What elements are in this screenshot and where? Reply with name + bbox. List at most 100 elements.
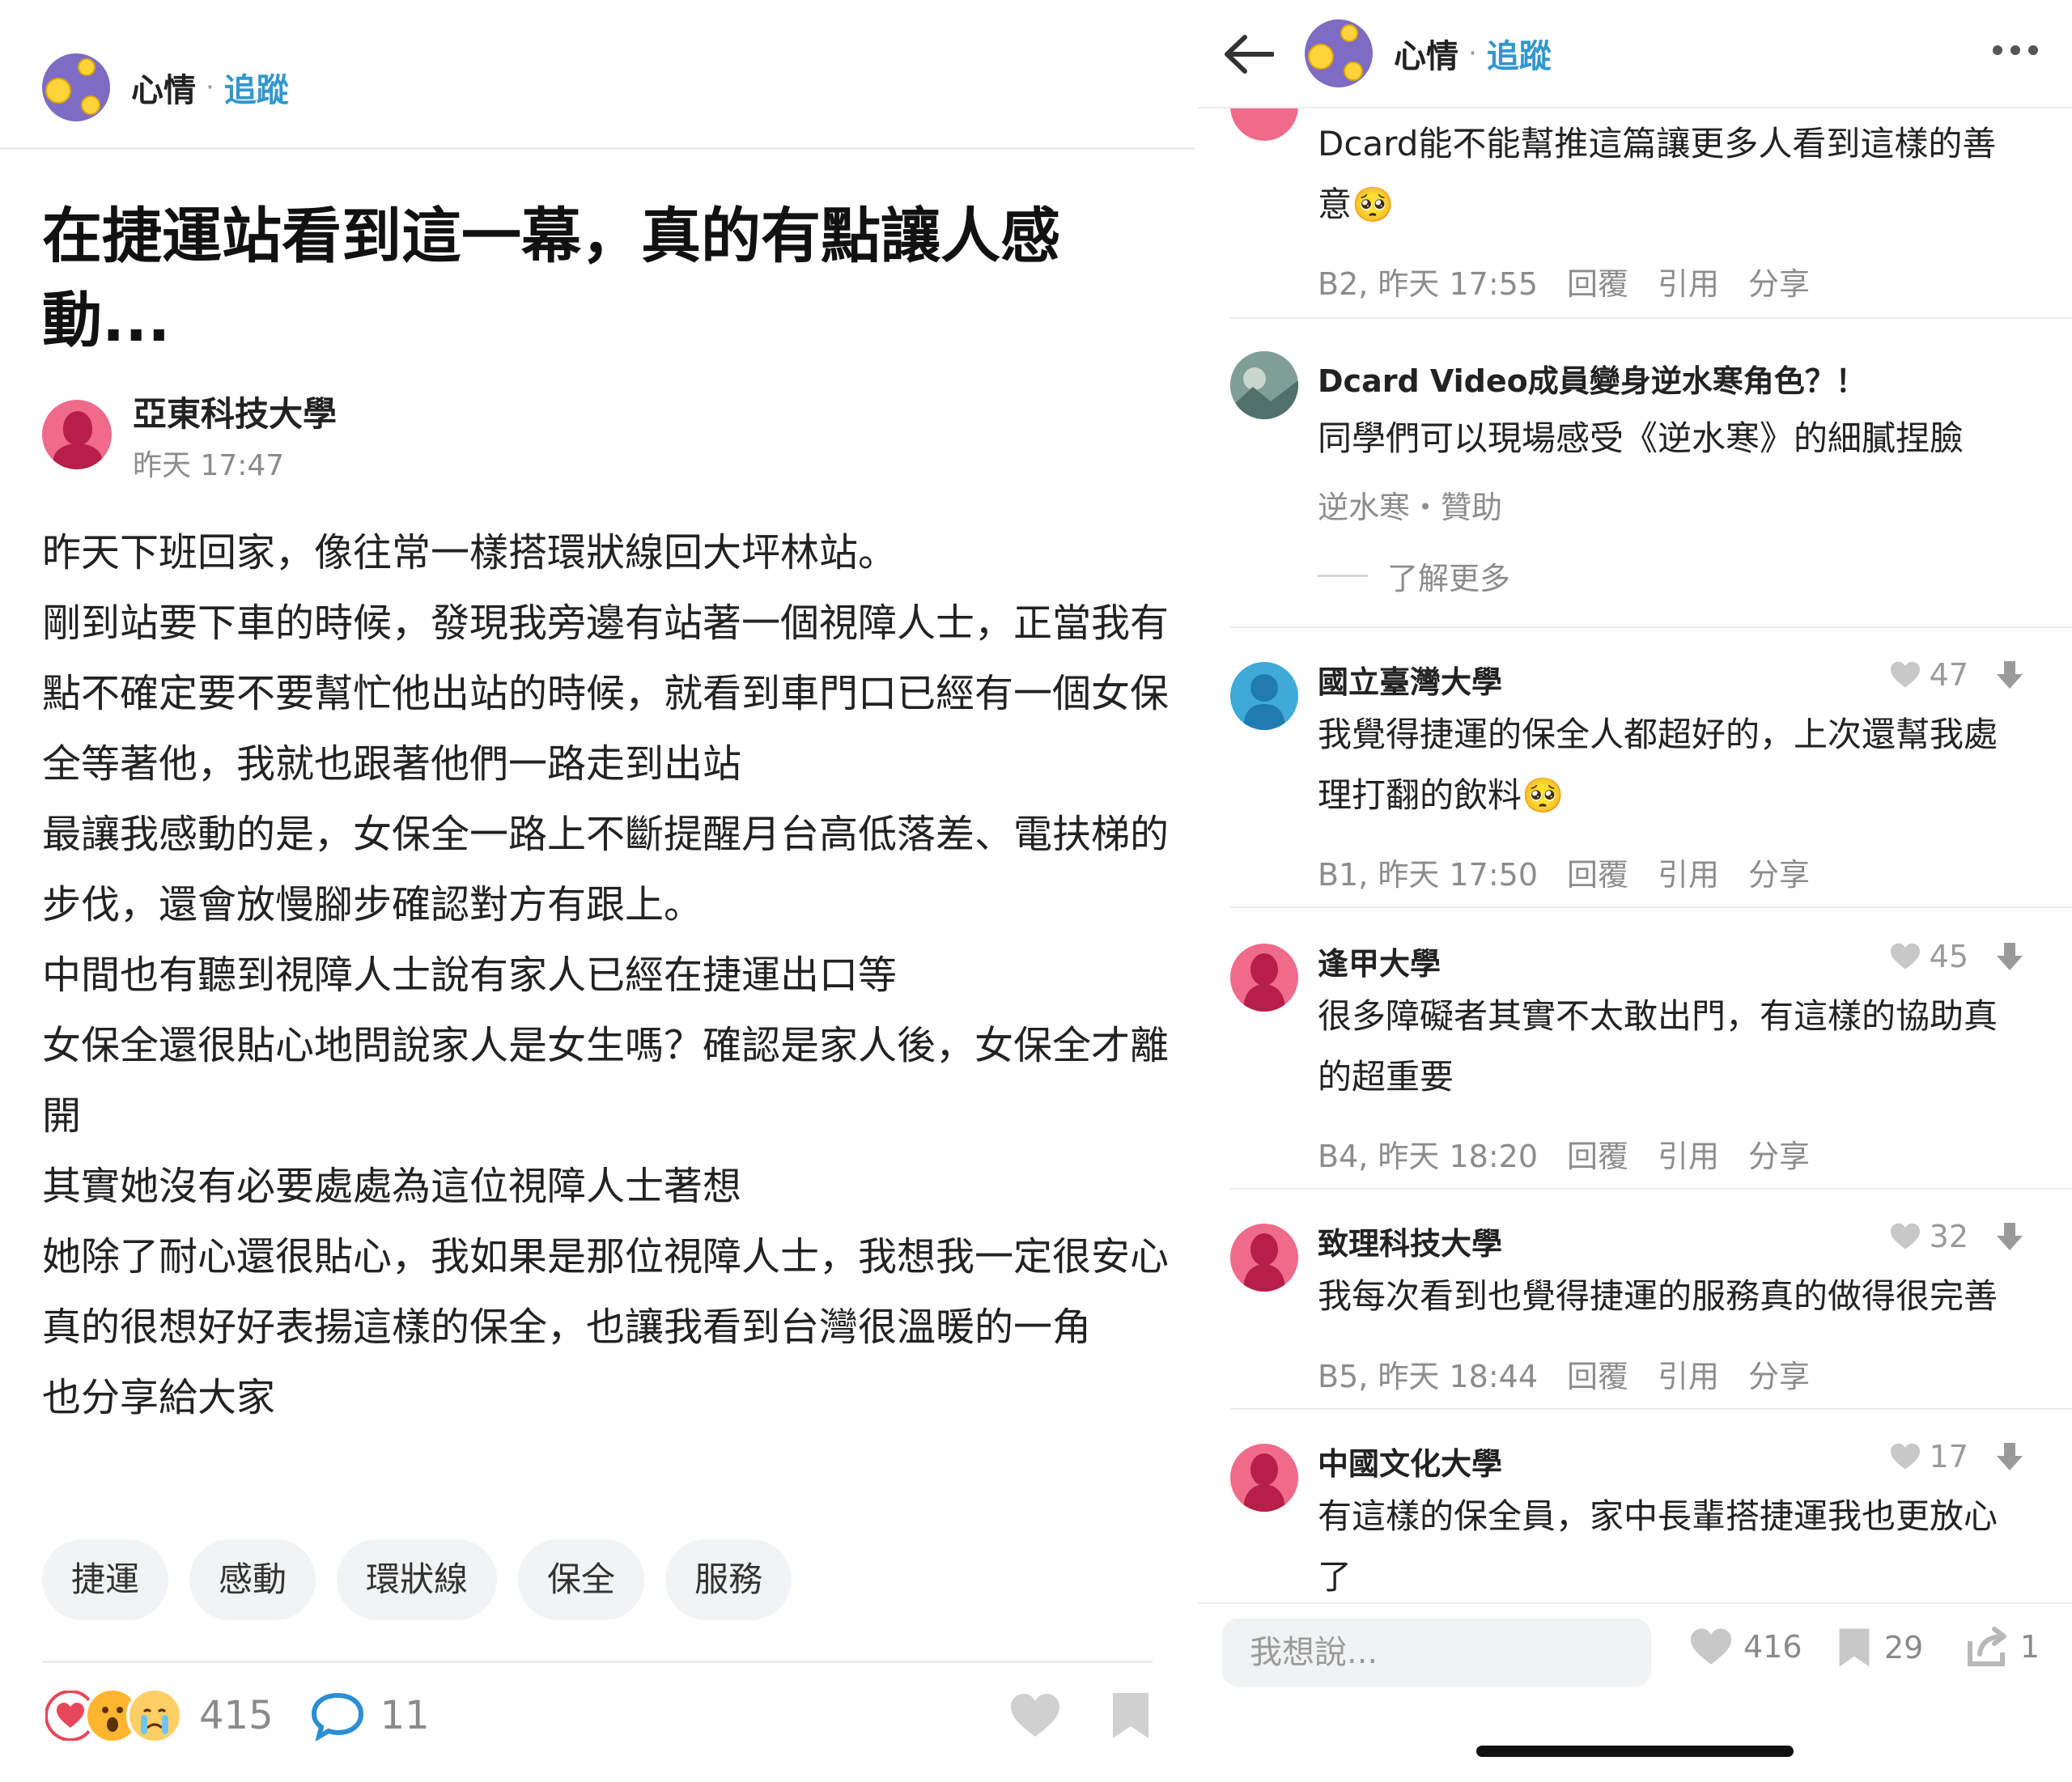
comment-meta: B4, 昨天 18:20 回覆 引用 分享 <box>1318 1131 1810 1176</box>
author-school: 亞東科技大學 <box>133 394 338 434</box>
share-button[interactable]: 分享 <box>1748 1351 1810 1396</box>
bookmark-stat[interactable]: 29 <box>1837 1627 1923 1669</box>
post-actions <box>1008 1691 1151 1741</box>
author-avatar <box>42 400 112 469</box>
home-indicator <box>1476 1746 1794 1757</box>
body-line: 她除了耐心還很貼心，我如果是那位視障人士，我想我一定很安心 <box>42 1234 1170 1279</box>
tag-chip[interactable]: 環狀線 <box>337 1539 498 1620</box>
comment-text: 我每次看到也覺得捷運的服務真的做得很完善 <box>1318 1276 1998 1316</box>
bookmark-icon[interactable] <box>1110 1691 1151 1741</box>
post-title: 在捷運站看到這一幕，真的有點讓人感動... <box>42 202 1060 355</box>
tag-chip[interactable]: 保全 <box>518 1539 645 1620</box>
comment-text: 有這樣的保全員，家中長輩搭捷運我也更放心了 <box>1318 1496 1998 1597</box>
board-name[interactable]: 心情 <box>131 64 196 111</box>
comment-floor-time: B1, 昨天 17:50 <box>1318 857 1538 893</box>
comments-panel: Dcard能不能幫推這篇讓更多人看到這樣的善意🥺 B2, 昨天 17:55 回覆… <box>1198 0 2072 1782</box>
comment-bubble-icon <box>311 1692 363 1741</box>
board-name[interactable]: 心情 <box>1394 30 1458 77</box>
header-separator: · <box>1468 37 1477 70</box>
reaction-emojis[interactable] <box>42 1687 183 1744</box>
tag-chip[interactable]: 感動 <box>189 1539 316 1620</box>
tag-chip[interactable]: 服務 <box>665 1539 792 1620</box>
comment-text: 很多障礙者其實不太敢出門，有這樣的協助真的超重要 <box>1318 996 1998 1097</box>
share-stat[interactable]: 1 <box>1967 1627 2040 1667</box>
follow-button[interactable]: 追蹤 <box>1487 30 1552 77</box>
heart-icon <box>1890 1223 1920 1250</box>
reply-button[interactable]: 回覆 <box>1567 259 1628 303</box>
tag-chip[interactable]: 捷運 <box>42 1539 169 1620</box>
comment-school: 致理科技大學 <box>1318 1226 1503 1262</box>
comment-likes[interactable]: 17 <box>1889 1439 2032 1474</box>
like-total: 416 <box>1743 1629 1802 1665</box>
bookmark-total: 29 <box>1884 1630 1924 1665</box>
reply-button[interactable]: 回覆 <box>1567 850 1628 894</box>
ad-sponsor: 逆水寒・贊助 <box>1318 482 1502 527</box>
like-heart-icon[interactable] <box>1008 1691 1062 1740</box>
heart-icon <box>1691 1628 1731 1665</box>
comment-likes[interactable]: 32 <box>1889 1219 2032 1254</box>
share-total: 1 <box>2020 1629 2040 1665</box>
quote-button[interactable]: 引用 <box>1658 850 1719 894</box>
ad-title[interactable]: Dcard Video成員變身逆水寒角色？！ <box>1318 356 1866 401</box>
comment-divider <box>1230 317 2072 319</box>
comment-input[interactable]: 我想說... <box>1222 1619 1651 1687</box>
learn-more-link[interactable]: 了解更多 <box>1318 554 1510 598</box>
ad-text: 同學們可以現場感受《逆水寒》的細膩捏臉 <box>1318 418 1964 458</box>
downvote-icon[interactable] <box>1996 660 2023 690</box>
comment-floor-time: B5, 昨天 18:44 <box>1318 1359 1538 1394</box>
comment-meta: B2, 昨天 17:55 回覆 引用 分享 <box>1318 259 1810 303</box>
comment-avatar <box>1230 1444 1298 1512</box>
comment-avatar <box>1230 944 1298 1012</box>
share-button[interactable]: 分享 <box>1748 850 1810 894</box>
comment-count-button[interactable]: 11 <box>311 1691 430 1741</box>
body-line: 剛到站要下車的時候，發現我旁邊有站著一個視障人士，正當我有點不確定要不要幫忙他出… <box>42 600 1170 787</box>
like-count: 17 <box>1929 1439 1968 1474</box>
more-icon[interactable] <box>1991 44 2040 57</box>
quote-button[interactable]: 引用 <box>1658 259 1719 303</box>
body-line: 女保全還很貼心地問說家人是女生嗎？確認是家人後，女保全才離開 <box>42 1023 1170 1139</box>
comment-meta: B1, 昨天 17:50 回覆 引用 分享 <box>1318 850 1810 894</box>
comment-likes[interactable]: 45 <box>1889 939 2032 974</box>
comment-divider <box>1230 1188 2072 1190</box>
downvote-icon[interactable] <box>1996 941 2023 972</box>
quote-button[interactable]: 引用 <box>1658 1131 1719 1176</box>
comment-floor-time: B4, 昨天 18:20 <box>1318 1139 1538 1174</box>
reply-button[interactable]: 回覆 <box>1567 1351 1628 1396</box>
board-avatar[interactable] <box>42 53 110 121</box>
heart-icon <box>1890 943 1920 969</box>
share-icon <box>1968 1627 2006 1666</box>
post-time: 昨天 17:47 <box>133 449 285 482</box>
follow-button[interactable]: 追蹤 <box>224 64 289 111</box>
comment-divider <box>1230 626 2072 628</box>
share-button[interactable]: 分享 <box>1748 1131 1810 1176</box>
comment-divider <box>1230 906 2072 908</box>
comment-avatar <box>1230 662 1298 730</box>
comment-meta: B5, 昨天 18:44 回覆 引用 分享 <box>1318 1351 1810 1396</box>
comment-school: 中國文化大學 <box>1318 1446 1503 1482</box>
share-button[interactable]: 分享 <box>1748 259 1810 303</box>
post-header: 心情 · 追蹤 <box>42 53 289 121</box>
comment-school: 逢甲大學 <box>1318 946 1441 982</box>
arrow-left-icon[interactable] <box>1224 34 1274 74</box>
post-panel: 心情 · 追蹤 在捷運站看到這一幕，真的有點讓人感動... 亞東科技大學 昨天 … <box>0 0 1198 1782</box>
ad-sponsor-label: 逆水寒・贊助 <box>1318 490 1503 525</box>
downvote-icon[interactable] <box>1996 1221 2023 1252</box>
comment-likes[interactable]: 47 <box>1889 657 2032 693</box>
like-stat[interactable]: 416 <box>1688 1627 1802 1667</box>
board-avatar[interactable] <box>1305 19 1373 87</box>
reply-button[interactable]: 回覆 <box>1567 1131 1628 1176</box>
quote-button[interactable]: 引用 <box>1658 1351 1719 1396</box>
comment-count: 11 <box>380 1693 430 1738</box>
body-line: 也分享給大家 <box>42 1375 276 1420</box>
body-line: 最讓我感動的是，女保全一路上不斷提醒月台高低落差、電扶梯的步伐，還會放慢腳步確認… <box>42 812 1170 927</box>
downvote-icon[interactable] <box>1996 1441 2023 1472</box>
learn-more-dash <box>1318 575 1368 577</box>
reaction-count: 415 <box>199 1693 274 1738</box>
header-separator: · <box>206 71 214 104</box>
body-line: 真的很想好好表揚這樣的保全，也讓我看到台灣很溫暖的一角 <box>42 1305 1092 1350</box>
like-count: 47 <box>1929 657 1968 693</box>
heart-icon <box>1890 661 1920 688</box>
comments-header: 心情 · 追蹤 <box>1305 19 1552 87</box>
reactions-divider <box>42 1661 1153 1663</box>
comment-divider <box>1230 1408 2072 1410</box>
